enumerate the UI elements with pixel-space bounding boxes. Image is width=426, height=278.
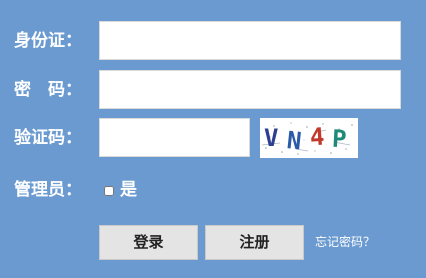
- admin-label: 管理员：: [14, 180, 82, 200]
- captcha-image[interactable]: V N 4 P: [260, 118, 358, 158]
- register-button[interactable]: 注册: [205, 225, 304, 260]
- id-input[interactable]: [99, 21, 401, 60]
- captcha-char-3: 4: [309, 123, 325, 152]
- captcha-input[interactable]: [99, 118, 250, 157]
- password-label: 密 码：: [14, 80, 82, 100]
- admin-checkbox-label[interactable]: 是: [120, 180, 137, 200]
- id-label: 身份证：: [14, 31, 82, 51]
- captcha-label: 验证码：: [14, 128, 82, 148]
- captcha-char-2: N: [285, 126, 302, 155]
- captcha-char-4: P: [331, 125, 347, 154]
- password-input[interactable]: [99, 70, 401, 109]
- captcha-graphic: V N 4 P: [261, 122, 353, 155]
- login-button[interactable]: 登录: [99, 225, 198, 260]
- admin-checkbox[interactable]: [104, 186, 114, 196]
- captcha-char-1: V: [264, 124, 278, 152]
- forgot-password-link[interactable]: 忘记密码？: [315, 234, 375, 250]
